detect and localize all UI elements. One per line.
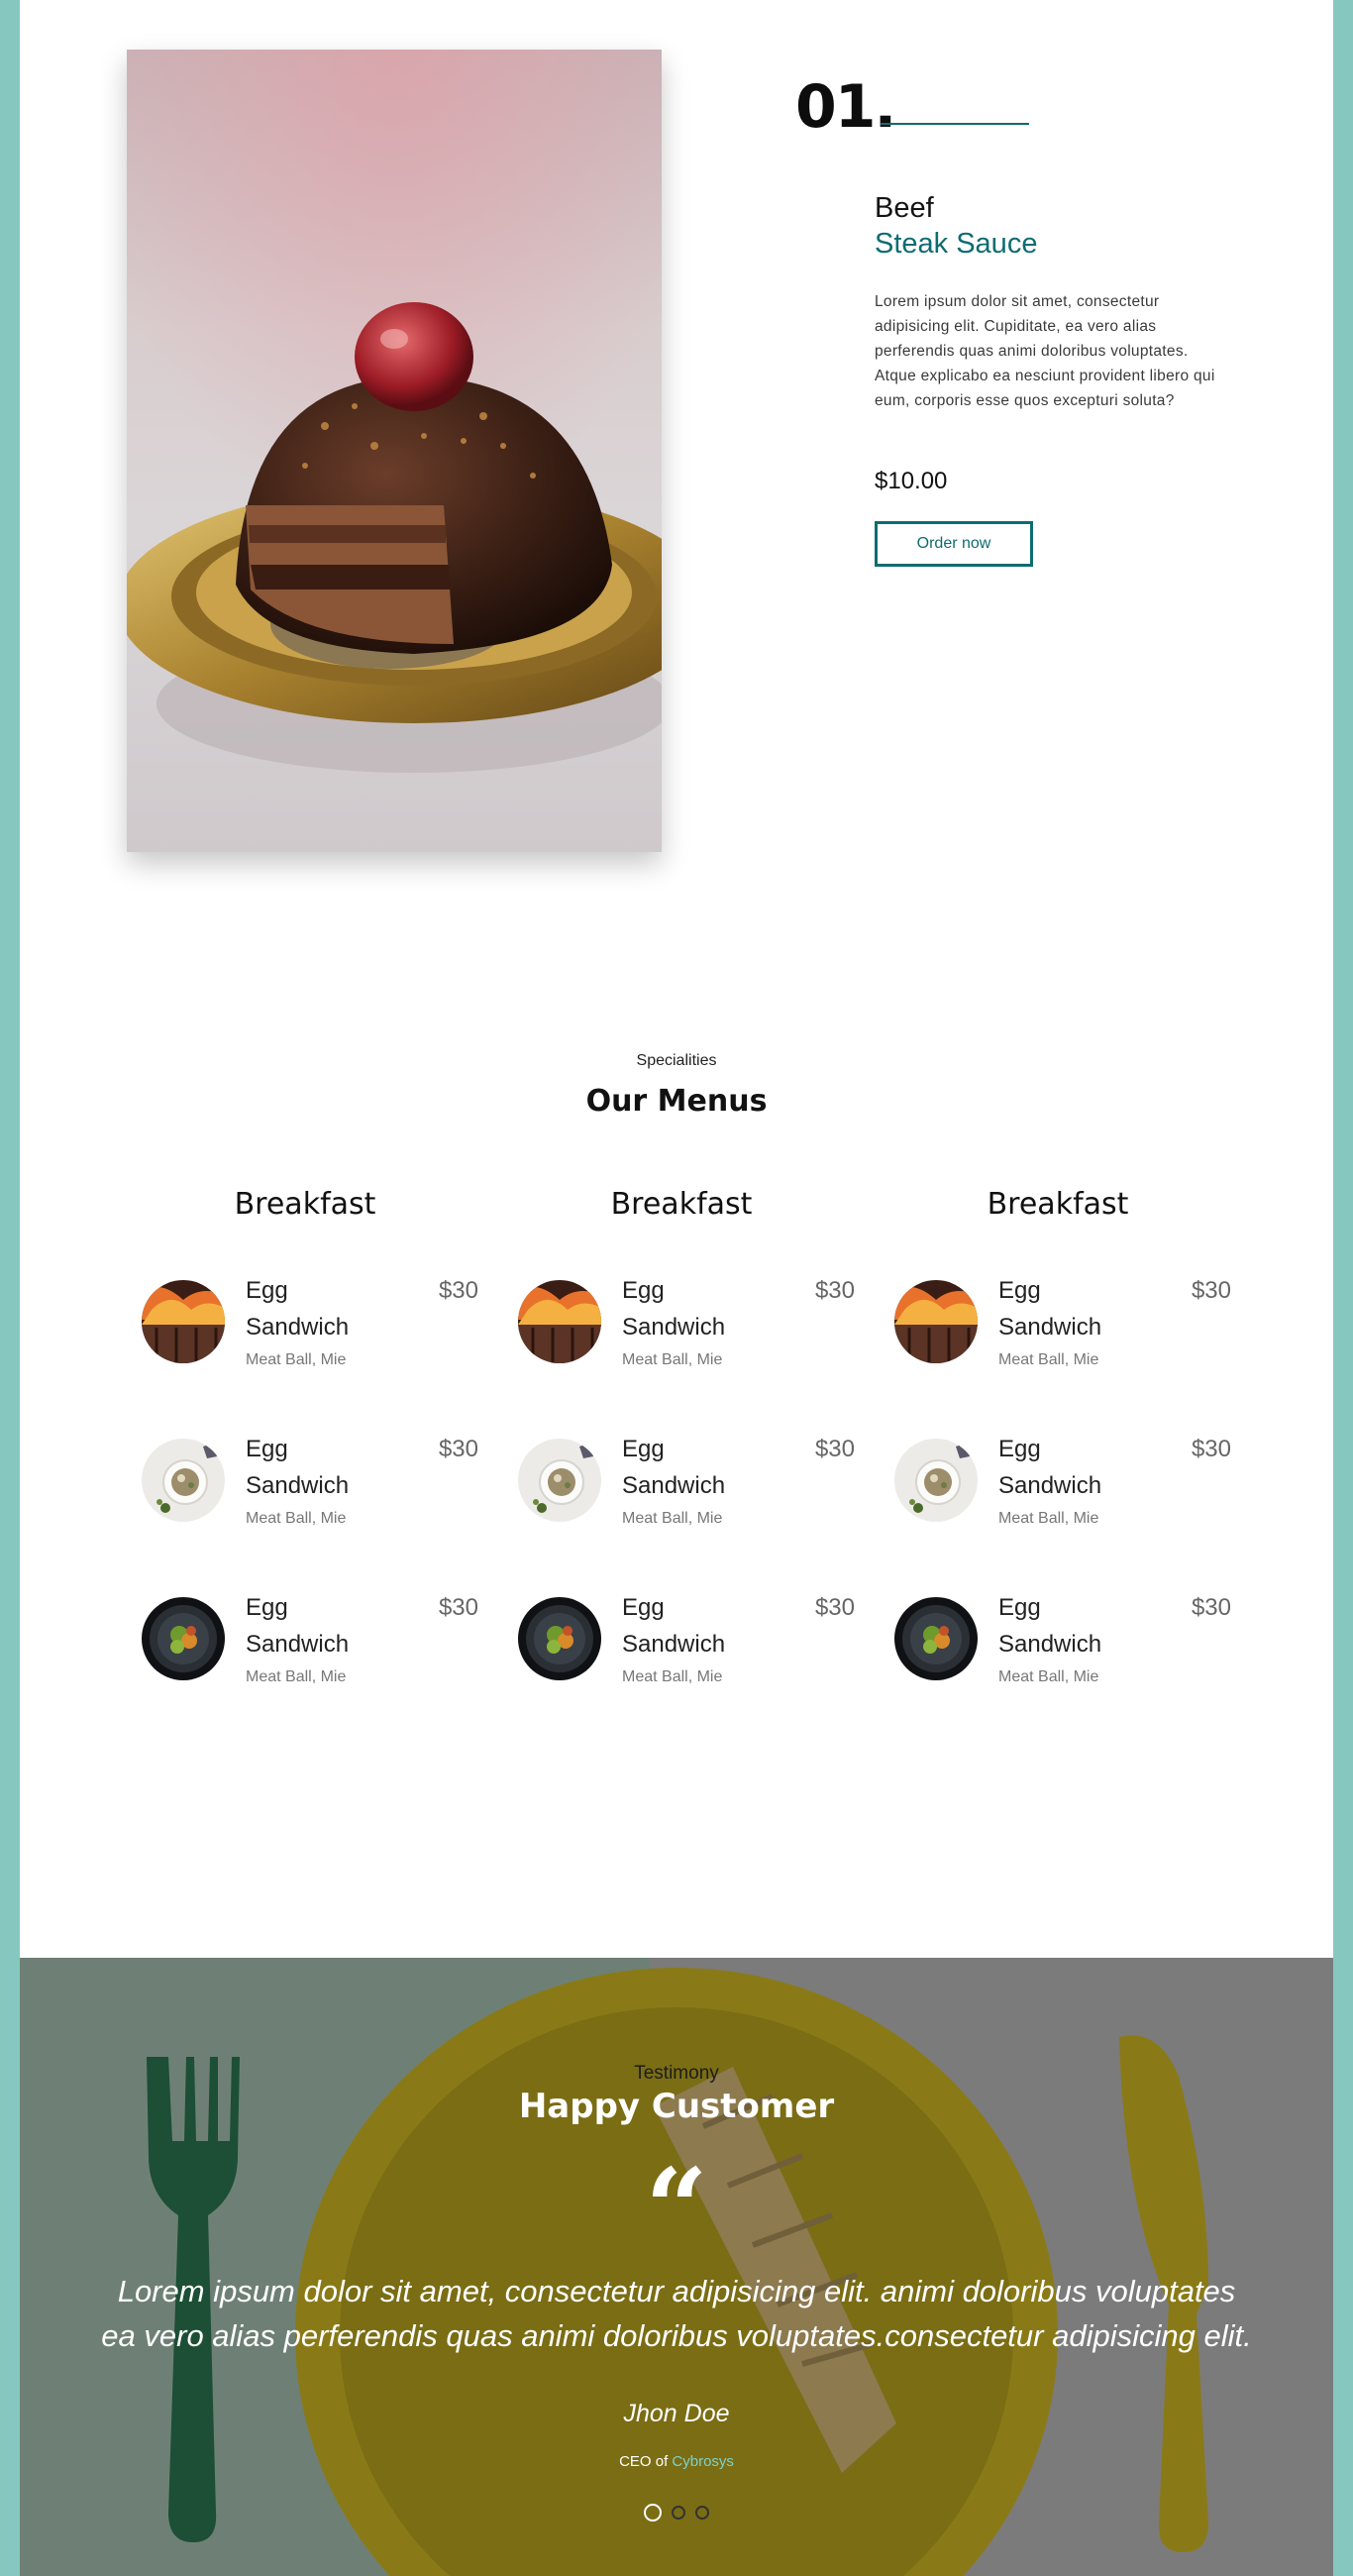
- menu-column-title: Breakfast: [987, 1187, 1129, 1222]
- quote-icon: “: [645, 2144, 708, 2272]
- dish-name: Egg Sandwich: [246, 1277, 350, 1341]
- featured-number: 01.: [795, 72, 896, 142]
- dish-price: $30: [814, 1277, 855, 1304]
- dish-ingredients: Meat Ball, Mie: [622, 1351, 723, 1368]
- dish-ingredients: Meat Ball, Mie: [622, 1668, 723, 1685]
- dark-plate-salad-image: [894, 1597, 978, 1680]
- testimony-section: Testimony Happy Customer “ Lorem ipsum d…: [20, 1958, 1333, 2576]
- menu-item[interactable]: Egg Sandwich $30 Meat Ball, Mie: [142, 1277, 478, 1439]
- dish-name: Egg Sandwich: [998, 1594, 1102, 1658]
- dish-name: Egg Sandwich: [246, 1594, 350, 1658]
- menu-column: Breakfast Egg Sandwich $30 Meat Ball, Mi…: [894, 1187, 1231, 1685]
- dish-name: Egg Sandwich: [622, 1277, 726, 1341]
- dish-ingredients: Meat Ball, Mie: [622, 1510, 723, 1527]
- menus-title: Our Menus: [585, 1084, 768, 1119]
- featured-title-line1: Beef: [875, 192, 934, 224]
- dish-price: $30: [438, 1277, 478, 1304]
- featured-description: Lorem ipsum dolor sit amet, consectetur …: [875, 293, 1215, 409]
- dish-ingredients: Meat Ball, Mie: [998, 1510, 1099, 1527]
- menu-item[interactable]: Egg Sandwich $30 Meat Ball, Mie: [142, 1436, 478, 1597]
- menu-item[interactable]: Egg Sandwich $30 Meat Ball, Mie: [894, 1277, 1231, 1439]
- dish-price: $30: [1191, 1277, 1231, 1304]
- dish-name: Egg Sandwich: [998, 1436, 1102, 1499]
- menu-item[interactable]: Egg Sandwich $30 Meat Ball, Mie: [894, 1594, 1231, 1756]
- menu-column: Breakfast Egg Sandwich $30 Meat Ball, Mi…: [142, 1187, 478, 1685]
- testimony-quote: Lorem ipsum dolor sit amet, consectetur …: [101, 2274, 1252, 2353]
- dish-price: $30: [814, 1436, 855, 1462]
- testimony-company: Cybrosys: [672, 2453, 734, 2470]
- testimony-kicker: Testimony: [634, 2063, 719, 2084]
- menu-item[interactable]: Egg Sandwich $30 Meat Ball, Mie: [518, 1594, 855, 1756]
- dish-name: Egg Sandwich: [622, 1436, 726, 1499]
- carousel-dot-3[interactable]: [695, 2506, 710, 2520]
- dish-name: Egg Sandwich: [622, 1594, 726, 1658]
- grilled-meat-image: [894, 1280, 978, 1363]
- dark-plate-salad-image: [518, 1597, 601, 1680]
- dish-price: $30: [814, 1594, 855, 1621]
- testimony-title: Happy Customer: [518, 2087, 835, 2126]
- dish-ingredients: Meat Ball, Mie: [246, 1510, 347, 1527]
- grilled-meat-image: [142, 1280, 225, 1363]
- dish-ingredients: Meat Ball, Mie: [246, 1668, 347, 1685]
- dish-ingredients: Meat Ball, Mie: [998, 1351, 1099, 1368]
- menu-item[interactable]: Egg Sandwich $30 Meat Ball, Mie: [518, 1277, 855, 1439]
- dish-price: $30: [438, 1436, 478, 1462]
- carousel-dot-2[interactable]: [672, 2506, 685, 2520]
- dish-ingredients: Meat Ball, Mie: [998, 1668, 1099, 1685]
- grilled-meat-image: [518, 1280, 601, 1363]
- menu-item[interactable]: Egg Sandwich $30 Meat Ball, Mie: [518, 1436, 855, 1597]
- page: 01. Beef Steak Sauce Lorem ipsum dolor s…: [20, 0, 1333, 2576]
- testimony-role: CEO of Cybrosys: [20, 2453, 1333, 2470]
- menu-column: Breakfast Egg Sandwich $30 Meat Ball, Mi…: [518, 1187, 855, 1685]
- dark-plate-salad-image: [142, 1597, 225, 1680]
- menu-item[interactable]: Egg Sandwich $30 Meat Ball, Mie: [142, 1594, 478, 1756]
- menu-column-title: Breakfast: [610, 1187, 753, 1222]
- menu-item[interactable]: Egg Sandwich $30 Meat Ball, Mie: [894, 1436, 1231, 1597]
- dish-price: $30: [1191, 1436, 1231, 1462]
- carousel-dots: [20, 2504, 1333, 2522]
- menu-column-title: Breakfast: [234, 1187, 376, 1222]
- featured-number-rule: [881, 123, 1029, 125]
- testimony-author: Jhon Doe: [623, 2400, 730, 2427]
- dish-price: $30: [438, 1594, 478, 1621]
- menus-kicker: Specialities: [636, 1052, 717, 1069]
- soup-bowl-image: [142, 1439, 225, 1522]
- dish-name: Egg Sandwich: [998, 1277, 1102, 1341]
- dish-ingredients: Meat Ball, Mie: [246, 1351, 347, 1368]
- soup-bowl-image: [894, 1439, 978, 1522]
- testimony-role-prefix: CEO of: [619, 2453, 669, 2470]
- carousel-dot-1[interactable]: [643, 2504, 662, 2522]
- featured-price: $10.00: [875, 468, 948, 494]
- dish-price: $30: [1191, 1594, 1231, 1621]
- featured-dish-image: [127, 50, 662, 852]
- order-now-button[interactable]: Order now: [875, 521, 1033, 567]
- soup-bowl-image: [518, 1439, 601, 1522]
- dish-name: Egg Sandwich: [246, 1436, 350, 1499]
- featured-title: Beef Steak Sauce: [875, 190, 1037, 263]
- featured-title-line2: Steak Sauce: [875, 228, 1038, 261]
